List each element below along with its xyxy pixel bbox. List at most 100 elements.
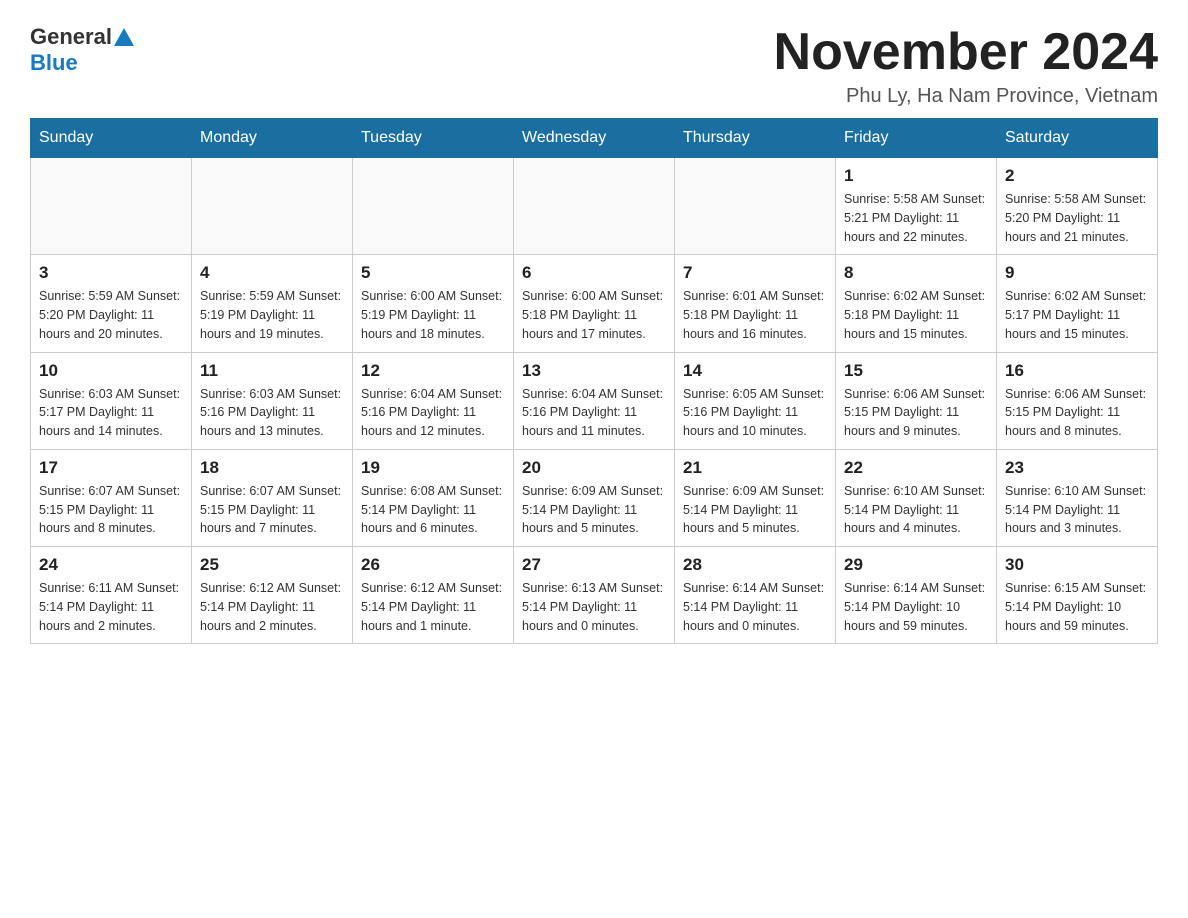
day-info: Sunrise: 6:04 AM Sunset: 5:16 PM Dayligh… (361, 385, 505, 441)
calendar-day-cell: 26Sunrise: 6:12 AM Sunset: 5:14 PM Dayli… (353, 547, 514, 644)
calendar-day-cell: 12 Sunrise: 6:04 AM Sunset: 5:16 PM Dayli… (353, 352, 514, 449)
day-number: 7 (683, 263, 827, 283)
day-info: Sunrise: 6:14 AM Sunset: 5:14 PM Dayligh… (844, 579, 988, 635)
day-info: Sunrise: 6:06 AM Sunset: 5:15 PM Dayligh… (1005, 385, 1149, 441)
day-number: 8 (844, 263, 988, 283)
calendar-day-cell: 17Sunrise: 6:07 AM Sunset: 5:15 PM Dayli… (31, 449, 192, 546)
day-info: Sunrise: 6:02 AM Sunset: 5:17 PM Dayligh… (1005, 287, 1149, 343)
title-block: November 2024 Phu Ly, Ha Nam Province, V… (774, 24, 1158, 108)
calendar-day-cell: 5 Sunrise: 6:00 AM Sunset: 5:19 PM Daylig… (353, 255, 514, 352)
calendar-day-cell (353, 158, 514, 255)
calendar-day-cell: 30 Sunrise: 6:15 AM Sunset: 5:14 PM Dayli… (997, 547, 1158, 644)
day-number: 26 (361, 555, 505, 575)
day-info: Sunrise: 6:15 AM Sunset: 5:14 PM Dayligh… (1005, 579, 1149, 635)
calendar-table: SundayMondayTuesdayWednesdayThursdayFrid… (30, 118, 1158, 644)
logo: General Blue (30, 24, 134, 76)
calendar-day-cell: 27Sunrise: 6:13 AM Sunset: 5:14 PM Dayli… (514, 547, 675, 644)
day-number: 18 (200, 458, 344, 478)
calendar-day-cell: 7 Sunrise: 6:01 AM Sunset: 5:18 PM Daylig… (675, 255, 836, 352)
calendar-day-cell: 28 Sunrise: 6:14 AM Sunset: 5:14 PM Dayli… (675, 547, 836, 644)
day-info: Sunrise: 6:01 AM Sunset: 5:18 PM Dayligh… (683, 287, 827, 343)
day-number: 16 (1005, 361, 1149, 381)
day-number: 4 (200, 263, 344, 283)
day-number: 14 (683, 361, 827, 381)
day-info: Sunrise: 5:59 AM Sunset: 5:20 PM Dayligh… (39, 287, 183, 343)
day-info: Sunrise: 6:10 AM Sunset: 5:14 PM Dayligh… (1005, 482, 1149, 538)
day-number: 9 (1005, 263, 1149, 283)
day-info: Sunrise: 6:00 AM Sunset: 5:19 PM Dayligh… (361, 287, 505, 343)
day-number: 23 (1005, 458, 1149, 478)
calendar-day-cell: 6Sunrise: 6:00 AM Sunset: 5:18 PM Daylig… (514, 255, 675, 352)
calendar-day-cell: 29Sunrise: 6:14 AM Sunset: 5:14 PM Dayli… (836, 547, 997, 644)
logo-triangle-icon (114, 28, 134, 46)
day-info: Sunrise: 6:03 AM Sunset: 5:17 PM Dayligh… (39, 385, 183, 441)
day-info: Sunrise: 6:12 AM Sunset: 5:14 PM Dayligh… (200, 579, 344, 635)
day-info: Sunrise: 6:11 AM Sunset: 5:14 PM Dayligh… (39, 579, 183, 635)
calendar-day-cell: 22 Sunrise: 6:10 AM Sunset: 5:14 PM Dayli… (836, 449, 997, 546)
weekday-header: Monday (192, 119, 353, 158)
day-number: 19 (361, 458, 505, 478)
calendar-week-row: 24 Sunrise: 6:11 AM Sunset: 5:14 PM Dayli… (31, 547, 1158, 644)
day-number: 13 (522, 361, 666, 381)
day-number: 24 (39, 555, 183, 575)
calendar-day-cell (192, 158, 353, 255)
calendar-day-cell: 15 Sunrise: 6:06 AM Sunset: 5:15 PM Dayli… (836, 352, 997, 449)
day-info: Sunrise: 6:05 AM Sunset: 5:16 PM Dayligh… (683, 385, 827, 441)
weekday-header-row: SundayMondayTuesdayWednesdayThursdayFrid… (31, 119, 1158, 158)
day-info: Sunrise: 6:09 AM Sunset: 5:14 PM Dayligh… (522, 482, 666, 538)
day-number: 30 (1005, 555, 1149, 575)
logo-blue-text: Blue (30, 50, 78, 75)
calendar-day-cell: 11 Sunrise: 6:03 AM Sunset: 5:16 PM Dayli… (192, 352, 353, 449)
weekday-header: Tuesday (353, 119, 514, 158)
calendar-day-cell: 3 Sunrise: 5:59 AM Sunset: 5:20 PM Daylig… (31, 255, 192, 352)
calendar-day-cell: 13 Sunrise: 6:04 AM Sunset: 5:16 PM Dayli… (514, 352, 675, 449)
calendar-day-cell: 24 Sunrise: 6:11 AM Sunset: 5:14 PM Dayli… (31, 547, 192, 644)
weekday-header: Sunday (31, 119, 192, 158)
weekday-header: Thursday (675, 119, 836, 158)
calendar-week-row: 3 Sunrise: 5:59 AM Sunset: 5:20 PM Daylig… (31, 255, 1158, 352)
day-info: Sunrise: 6:10 AM Sunset: 5:14 PM Dayligh… (844, 482, 988, 538)
weekday-header: Friday (836, 119, 997, 158)
day-info: Sunrise: 6:03 AM Sunset: 5:16 PM Dayligh… (200, 385, 344, 441)
day-info: Sunrise: 6:13 AM Sunset: 5:14 PM Dayligh… (522, 579, 666, 635)
day-number: 15 (844, 361, 988, 381)
day-info: Sunrise: 6:07 AM Sunset: 5:15 PM Dayligh… (200, 482, 344, 538)
day-info: Sunrise: 6:04 AM Sunset: 5:16 PM Dayligh… (522, 385, 666, 441)
calendar-day-cell: 23 Sunrise: 6:10 AM Sunset: 5:14 PM Dayli… (997, 449, 1158, 546)
calendar-day-cell (675, 158, 836, 255)
day-number: 12 (361, 361, 505, 381)
calendar-day-cell: 9 Sunrise: 6:02 AM Sunset: 5:17 PM Daylig… (997, 255, 1158, 352)
day-info: Sunrise: 6:02 AM Sunset: 5:18 PM Dayligh… (844, 287, 988, 343)
calendar-week-row: 1 Sunrise: 5:58 AM Sunset: 5:21 PM Daylig… (31, 158, 1158, 255)
day-info: Sunrise: 6:14 AM Sunset: 5:14 PM Dayligh… (683, 579, 827, 635)
calendar-day-cell (31, 158, 192, 255)
day-info: Sunrise: 6:06 AM Sunset: 5:15 PM Dayligh… (844, 385, 988, 441)
day-number: 17 (39, 458, 183, 478)
calendar-day-cell (514, 158, 675, 255)
calendar-day-cell: 2 Sunrise: 5:58 AM Sunset: 5:20 PM Daylig… (997, 158, 1158, 255)
day-number: 22 (844, 458, 988, 478)
weekday-header: Wednesday (514, 119, 675, 158)
day-info: Sunrise: 5:59 AM Sunset: 5:19 PM Dayligh… (200, 287, 344, 343)
logo-general-text: General (30, 24, 112, 50)
day-number: 20 (522, 458, 666, 478)
calendar-day-cell: 16 Sunrise: 6:06 AM Sunset: 5:15 PM Dayli… (997, 352, 1158, 449)
day-info: Sunrise: 5:58 AM Sunset: 5:21 PM Dayligh… (844, 190, 988, 246)
day-number: 11 (200, 361, 344, 381)
day-info: Sunrise: 6:00 AM Sunset: 5:18 PM Dayligh… (522, 287, 666, 343)
calendar-day-cell: 18 Sunrise: 6:07 AM Sunset: 5:15 PM Dayli… (192, 449, 353, 546)
calendar-day-cell: 21Sunrise: 6:09 AM Sunset: 5:14 PM Dayli… (675, 449, 836, 546)
day-number: 28 (683, 555, 827, 575)
day-number: 21 (683, 458, 827, 478)
day-info: Sunrise: 5:58 AM Sunset: 5:20 PM Dayligh… (1005, 190, 1149, 246)
day-number: 2 (1005, 166, 1149, 186)
calendar-day-cell: 25Sunrise: 6:12 AM Sunset: 5:14 PM Dayli… (192, 547, 353, 644)
page-header: General Blue November 2024 Phu Ly, Ha Na… (30, 24, 1158, 108)
calendar-week-row: 10Sunrise: 6:03 AM Sunset: 5:17 PM Dayli… (31, 352, 1158, 449)
calendar-day-cell: 14 Sunrise: 6:05 AM Sunset: 5:16 PM Dayli… (675, 352, 836, 449)
day-number: 5 (361, 263, 505, 283)
day-number: 3 (39, 263, 183, 283)
day-number: 1 (844, 166, 988, 186)
calendar-week-row: 17 Sunrise: 6:07 AM Sunset: 5:15 PM Dayli… (31, 449, 1158, 546)
calendar-day-cell: 20 Sunrise: 6:09 AM Sunset: 5:14 PM Dayli… (514, 449, 675, 546)
